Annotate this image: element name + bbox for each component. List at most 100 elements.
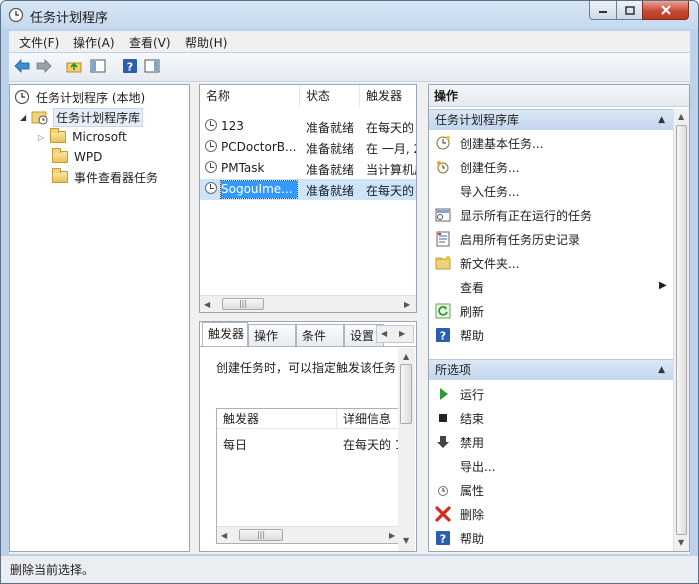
action-show-running-tasks[interactable]: 显示所有正在运行的任务 [429, 203, 673, 227]
action-help-selected[interactable]: ? 帮助 [429, 526, 673, 550]
title-bar[interactable]: 任务计划程序 [1, 1, 698, 29]
action-disable[interactable]: 禁用 [429, 430, 673, 454]
scroll-thumb[interactable]: ||| [239, 529, 283, 541]
close-button[interactable] [642, 1, 689, 20]
trigger-col-header[interactable]: 触发器 [217, 409, 337, 429]
trigger-table-hscroll[interactable]: ◀ ||| ▶ [217, 526, 401, 543]
action-import-task[interactable]: 导入任务... [429, 179, 673, 203]
scroll-thumb[interactable]: ||| [222, 298, 264, 310]
collapse-icon[interactable]: ▲ [658, 110, 665, 131]
action-run[interactable]: 运行 [429, 382, 673, 406]
maximize-button[interactable] [616, 1, 643, 20]
forward-button[interactable] [35, 57, 53, 75]
action-end[interactable]: 结束 [429, 406, 673, 430]
scroll-left-icon[interactable]: ◀ [204, 300, 210, 309]
menu-view[interactable]: 查看(V) [129, 34, 171, 51]
action-refresh[interactable]: 刷新 [429, 299, 673, 323]
scroll-up-icon[interactable]: ▲ [678, 112, 684, 121]
actions-vertical-scrollbar[interactable]: ▲ ▼ [673, 109, 689, 551]
stop-icon [435, 410, 451, 426]
scroll-down-icon[interactable]: ▼ [678, 538, 684, 547]
action-export[interactable]: 导出... [429, 454, 673, 478]
folder-icon [52, 168, 68, 183]
table-row[interactable]: 123 准备就绪 在每天的 [200, 116, 416, 137]
actions-header: 操作 [429, 85, 689, 107]
tree-item-event-viewer-tasks[interactable]: 事件查看器任务 [52, 168, 158, 186]
collapse-icon[interactable]: ▲ [658, 360, 665, 381]
tab-triggers[interactable]: 触发器 [202, 322, 248, 347]
back-arrow-icon [14, 59, 30, 73]
detail-col-header[interactable]: 详细信息 [337, 409, 401, 429]
detail-vertical-scrollbar[interactable]: ▲ ▼ [398, 348, 415, 551]
tab-scroll-right-icon[interactable]: ▶ [399, 329, 405, 338]
task-trigger: 当计算机启 [366, 163, 416, 177]
action-help-library[interactable]: ? 帮助 [429, 323, 673, 347]
close-icon [660, 5, 671, 15]
help-toolbar-button[interactable]: ? [121, 57, 139, 75]
table-row[interactable]: PCDoctorB... 准备就绪 在 一月, 2 [200, 137, 416, 158]
console-tree[interactable]: 任务计划程序 (本地) ◢ 任务计划程序库 ▷ Microsoft WPD 事件… [9, 84, 190, 552]
tree-root[interactable]: 任务计划程序 (本地) [14, 88, 145, 106]
action-label: 结束 [460, 412, 485, 426]
table-row-selected[interactable]: SogouIme... 准备就绪 在每天的 [200, 179, 416, 200]
action-new-folder[interactable]: 新文件夹... [429, 251, 673, 275]
up-level-button[interactable] [65, 57, 83, 75]
action-delete[interactable]: 删除 [429, 502, 673, 526]
scroll-thumb[interactable] [676, 125, 687, 535]
section-header-library[interactable]: 任务计划程序库 ▲ [429, 109, 673, 130]
task-list[interactable]: 名称 状态 触发器 123 准备就绪 在每天的 PCDoctorB... 准备就… [199, 84, 417, 313]
action-view[interactable]: 查看 ▶ [429, 275, 673, 299]
table-row[interactable]: PMTask 准备就绪 当计算机启 [200, 158, 416, 179]
expanded-arrow-icon[interactable]: ◢ [20, 113, 26, 122]
action-label: 查看 [460, 281, 485, 295]
menu-action[interactable]: 操作(A) [73, 34, 115, 51]
action-properties[interactable]: 属性 [429, 478, 673, 502]
tree-item-wpd[interactable]: WPD [52, 148, 102, 166]
task-name: PMTask [221, 161, 265, 175]
refresh-icon [435, 303, 451, 319]
task-scheduler-icon [8, 7, 24, 23]
action-label: 删除 [460, 508, 485, 522]
status-text: 删除当前选择。 [10, 563, 95, 577]
disable-icon [435, 434, 451, 450]
folder-icon [52, 148, 68, 163]
task-name: PCDoctorB... [221, 140, 297, 154]
submenu-arrow-icon: ▶ [659, 280, 667, 291]
back-button[interactable] [13, 57, 31, 75]
collapsed-arrow-icon[interactable]: ▷ [38, 133, 44, 142]
tree-item-label: Microsoft [72, 130, 127, 144]
column-header-status[interactable]: 状态 [300, 85, 360, 107]
trigger-table[interactable]: 触发器 详细信息 每日 在每天的 1 ◀ ||| ▶ [216, 408, 402, 544]
scroll-right-icon[interactable]: ▶ [404, 300, 410, 309]
task-name: SogouIme... [220, 180, 298, 199]
delete-icon [435, 506, 451, 522]
section-header-selected[interactable]: 所选项 ▲ [429, 359, 673, 380]
menu-help[interactable]: 帮助(H) [185, 34, 227, 51]
column-header-name[interactable]: 名称 [200, 85, 300, 107]
minimize-button[interactable] [589, 1, 617, 20]
scroll-down-icon[interactable]: ▼ [403, 536, 409, 545]
show-action-pane-button[interactable] [143, 57, 161, 75]
scroll-left-icon[interactable]: ◀ [221, 531, 227, 540]
scroll-thumb[interactable] [400, 364, 412, 424]
action-create-task[interactable]: 创建任务... [429, 155, 673, 179]
tree-item-microsoft[interactable]: ▷ Microsoft [38, 128, 127, 146]
task-trigger: 在每天的 [366, 121, 415, 135]
action-create-basic-task[interactable]: 创建基本任务... [429, 131, 673, 155]
window-title: 任务计划程序 [30, 11, 109, 26]
menu-file[interactable]: 文件(F) [19, 34, 59, 51]
scroll-right-icon[interactable]: ▶ [389, 531, 395, 540]
tab-conditions[interactable]: 条件 [296, 324, 344, 346]
tab-actions[interactable]: 操作 [248, 324, 296, 346]
column-header-trigger[interactable]: 触发器 [360, 85, 416, 107]
action-label: 帮助 [460, 329, 485, 343]
tree-item-label: 事件查看器任务 [74, 170, 159, 185]
clock-wizard-icon [435, 135, 451, 151]
action-enable-history[interactable]: 启用所有任务历史记录 [429, 227, 673, 251]
horizontal-scrollbar[interactable]: ◀ ||| ▶ [200, 295, 416, 312]
tree-library[interactable]: ◢ 任务计划程序库 [20, 107, 144, 127]
show-hide-tree-button[interactable] [89, 57, 107, 75]
scroll-up-icon[interactable]: ▲ [403, 352, 409, 361]
tab-scroll-left-icon[interactable]: ◀ [381, 329, 387, 338]
help-icon: ? [435, 327, 451, 343]
